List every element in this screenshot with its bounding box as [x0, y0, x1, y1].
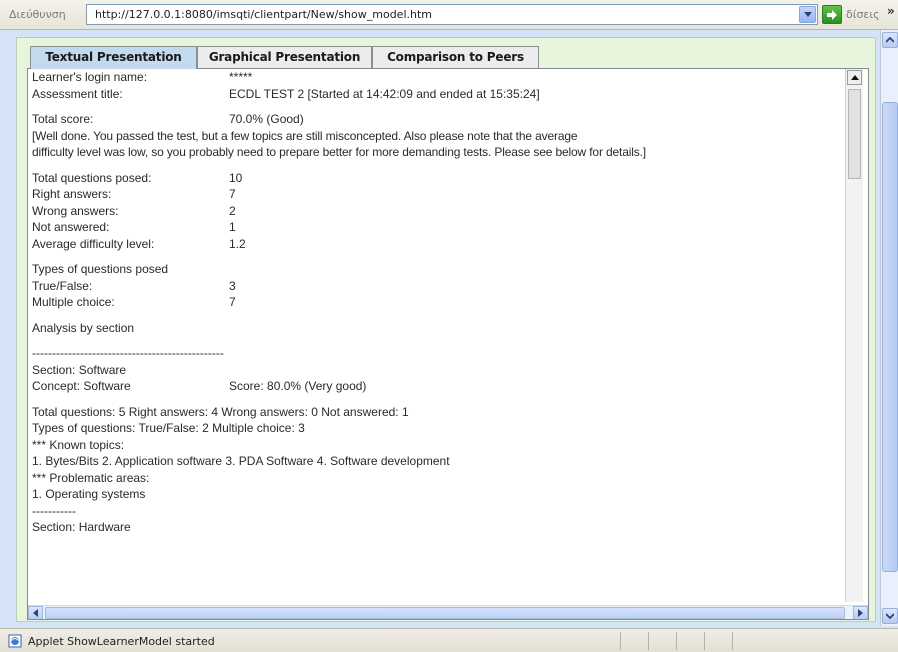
report-content: Learner's login name: ***** Assessment ti…: [32, 69, 842, 536]
report-horizontal-scrollbar[interactable]: [28, 605, 868, 619]
section-types: Types of questions: True/False: 2 Multip…: [32, 421, 305, 435]
stat-label: Right answers:: [32, 187, 112, 201]
concept-row: Concept: Software Score: 80.0% (Very good…: [32, 378, 842, 395]
tab-graphical-presentation[interactable]: Graphical Presentation: [197, 46, 372, 68]
problematic-areas-heading: *** Problematic areas:: [32, 470, 150, 485]
status-text: Applet ShowLearnerModel started: [28, 635, 215, 648]
known-topics-heading: *** Known topics:: [32, 437, 125, 452]
stat-label: Total questions posed:: [32, 170, 152, 185]
stat-label: Wrong answers:: [32, 203, 119, 218]
login-value: *****: [229, 70, 253, 84]
address-url[interactable]: http://127.0.0.1:8080/imsqti/clientpart/…: [95, 8, 432, 21]
stat-row: Not answered: 1: [32, 219, 842, 236]
section-totals: Total questions: 5 Right answers: 4 Wron…: [32, 404, 409, 419]
title-row: Assessment title: ECDL TEST 2 [Started at…: [32, 86, 842, 103]
concept-label: Concept: Software: [32, 379, 131, 393]
scroll-right-button[interactable]: [853, 606, 868, 619]
horizontal-scroll-thumb[interactable]: [45, 607, 845, 619]
stat-label: Not answered:: [32, 220, 110, 234]
problematic-areas-list: 1. Operating systems: [32, 487, 146, 501]
status-divider: [676, 632, 677, 650]
type-value: 7: [229, 295, 236, 309]
section-hardware: Section: Hardware: [32, 520, 131, 534]
score-row: Total score: 70.0% (Good): [32, 111, 842, 128]
login-row: Learner's login name: *****: [32, 69, 842, 86]
go-label[interactable]: δίσεις: [846, 8, 880, 21]
type-value: 3: [229, 278, 236, 293]
stat-row: Wrong answers: 2: [32, 203, 842, 220]
tab-textual-presentation[interactable]: Textual Presentation: [30, 46, 197, 69]
stat-row: Right answers: 7: [32, 186, 842, 203]
types-heading: Types of questions posed: [32, 262, 169, 276]
page-scroll-down-button[interactable]: [882, 608, 898, 624]
go-button[interactable]: [822, 5, 842, 24]
scroll-up-arrow-icon: [851, 75, 859, 80]
address-dropdown-button[interactable]: [799, 6, 816, 23]
stat-label: Average difficulty level:: [32, 236, 155, 251]
scroll-left-button[interactable]: [28, 606, 43, 619]
status-divider: [704, 632, 705, 650]
title-value: ECDL TEST 2 [Started at 14:42:09 and end…: [229, 86, 540, 101]
separator-line: ----------------------------------------…: [32, 346, 224, 360]
arrow-right-icon: [827, 10, 837, 20]
known-topics-list: 1. Bytes/Bits 2. Application software 3.…: [32, 454, 450, 468]
type-row: Multiple choice: 7: [32, 294, 842, 311]
page-scroll-up-button[interactable]: [882, 32, 898, 48]
report-vertical-scrollbar[interactable]: [845, 69, 863, 602]
stat-value: 2: [229, 203, 236, 218]
status-divider: [620, 632, 621, 650]
stat-value: 7: [229, 187, 236, 201]
status-divider: [732, 632, 733, 650]
toolbar-overflow-chevron[interactable]: »: [887, 4, 895, 18]
stat-value: 1.2: [229, 236, 246, 251]
applet-container: Textual Presentation Graphical Presentat…: [16, 37, 876, 622]
stat-value: 10: [229, 170, 243, 185]
address-label: Διεύθυνση: [9, 8, 66, 21]
comment-line-1: [Well done. You passed the test, but a f…: [32, 128, 578, 143]
concept-score: Score: 80.0% (Very good): [229, 379, 367, 393]
comment-line-2: difficulty level was low, so you probabl…: [32, 145, 646, 159]
title-label: Assessment title:: [32, 86, 123, 101]
tab-comparison-to-peers[interactable]: Comparison to Peers: [372, 46, 539, 68]
type-label: Multiple choice:: [32, 295, 115, 309]
status-divider: [648, 632, 649, 650]
separator-short: -----------: [32, 503, 76, 518]
scroll-up-button[interactable]: [847, 70, 862, 85]
page-scroll-thumb[interactable]: [882, 102, 898, 572]
section-software: Section: Software: [32, 362, 127, 377]
address-input[interactable]: http://127.0.0.1:8080/imsqti/clientpart/…: [86, 4, 818, 25]
chevron-down-icon: [886, 613, 894, 619]
chevron-up-icon: [886, 37, 894, 43]
type-row: True/False: 3: [32, 278, 842, 295]
stat-row: Total questions posed: 10: [32, 170, 842, 187]
score-value: 70.0% (Good): [229, 112, 304, 126]
score-label: Total score:: [32, 112, 94, 126]
scroll-right-arrow-icon: [858, 609, 863, 617]
page-vertical-scrollbar[interactable]: [880, 30, 898, 626]
address-bar: Διεύθυνση http://127.0.0.1:8080/imsqti/c…: [0, 0, 898, 30]
stat-value: 1: [229, 220, 236, 234]
status-bar: Applet ShowLearnerModel started: [0, 628, 898, 652]
page-loaded-icon: [8, 634, 22, 648]
analysis-heading: Analysis by section: [32, 320, 135, 335]
stat-row: Average difficulty level: 1.2: [32, 236, 842, 253]
login-label: Learner's login name:: [32, 70, 148, 84]
scroll-left-arrow-icon: [33, 609, 38, 617]
chevron-down-icon: [804, 12, 812, 17]
scroll-thumb[interactable]: [848, 89, 861, 179]
type-label: True/False:: [32, 278, 93, 293]
report-text-area[interactable]: Learner's login name: ***** Assessment ti…: [27, 68, 869, 620]
